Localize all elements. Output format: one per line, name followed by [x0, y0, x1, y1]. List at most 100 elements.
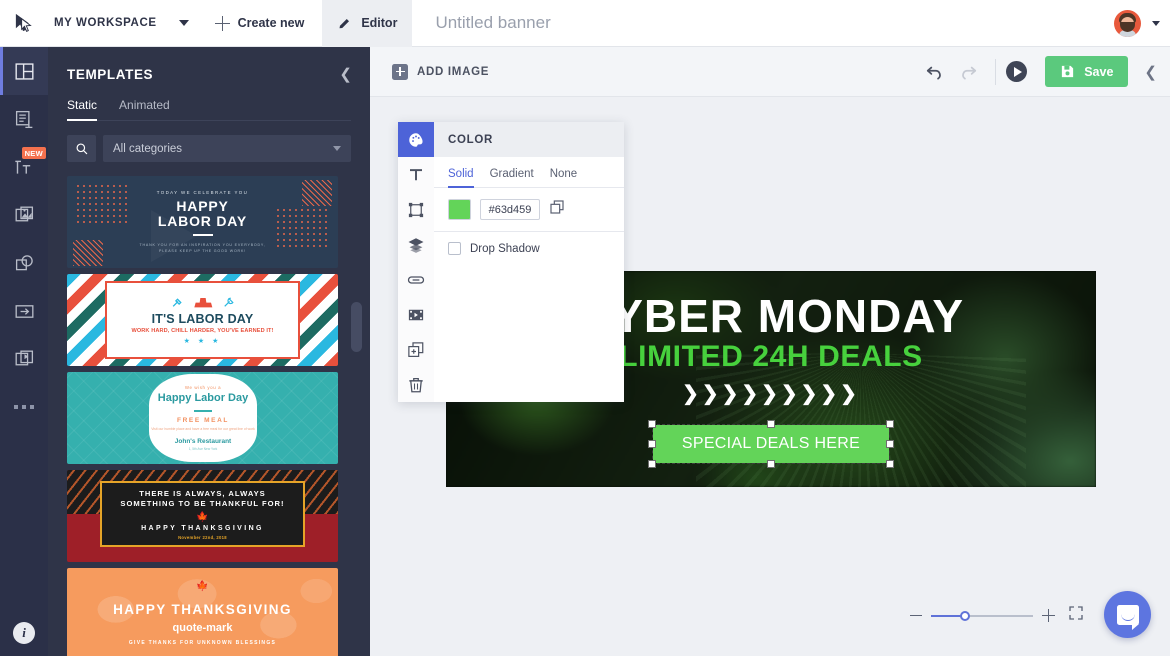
zoom-controls	[910, 605, 1084, 626]
zoom-slider[interactable]	[931, 610, 1033, 621]
resize-handle-nw[interactable]	[648, 420, 656, 428]
resize-handle-w[interactable]	[648, 440, 656, 448]
left-icon-rail: NEW i	[0, 47, 48, 656]
tab-static[interactable]: Static	[67, 98, 98, 121]
tool-color-palette[interactable]	[398, 122, 434, 157]
app-logo[interactable]	[0, 0, 48, 47]
list-item[interactable]: 🍁 HAPPY THANKSGIVING quote-mark GIVE THA…	[67, 568, 338, 656]
chevron-down-icon[interactable]	[178, 20, 189, 26]
resize-handle-sw[interactable]	[648, 460, 656, 468]
redo-button[interactable]	[951, 55, 985, 89]
info-icon[interactable]: i	[13, 622, 35, 644]
account-area	[1114, 9, 1170, 37]
sidebar-item-templates[interactable]	[0, 47, 48, 95]
undo-arrow-icon	[926, 66, 941, 80]
template-restaurant: John's Restaurant	[174, 437, 232, 445]
zoom-slider-knob[interactable]	[960, 610, 970, 621]
list-item[interactable]: We wish you a Happy Labor Day FREE MEAL …	[67, 372, 338, 464]
text-T-icon	[410, 168, 422, 180]
sidebar-item-text-tool[interactable]: NEW	[0, 143, 48, 191]
text-tool-icon	[14, 160, 30, 174]
pencil-icon	[339, 18, 350, 28]
sidebar-item-more[interactable]	[0, 383, 48, 431]
templates-scrollbar[interactable]	[351, 302, 362, 352]
resize-handle-ne[interactable]	[886, 420, 894, 428]
color-property-panel: COLOR Solid Gradient None Drop Shadow	[398, 122, 624, 402]
color-swatch[interactable]	[448, 199, 471, 220]
add-image-button[interactable]: ADD IMAGE	[392, 63, 489, 80]
save-button[interactable]: Save	[1045, 56, 1129, 87]
account-chevron-down-icon[interactable]	[1152, 20, 1160, 26]
zoom-out-button[interactable]	[910, 614, 922, 617]
resize-handle-n[interactable]	[767, 420, 775, 428]
video-stack-icon	[15, 350, 33, 365]
category-select[interactable]: All categories	[103, 135, 351, 162]
template-description: Visit our humble place and have a free m…	[151, 426, 255, 431]
fit-to-screen-button[interactable]	[1068, 605, 1084, 626]
tool-link[interactable]	[398, 262, 434, 297]
hex-input[interactable]	[480, 199, 540, 220]
tool-delete[interactable]	[398, 367, 434, 402]
sidebar-item-text-blocks[interactable]	[0, 95, 48, 143]
page-title: TEMPLATES	[67, 67, 154, 82]
shapes-icon	[15, 254, 33, 270]
undo-button[interactable]	[917, 55, 951, 89]
sidebar-item-shapes[interactable]	[0, 239, 48, 287]
tool-duplicate[interactable]	[398, 332, 434, 367]
cta-button[interactable]: SPECIAL DEALS HERE	[653, 425, 889, 463]
chevron-down-icon	[333, 146, 341, 151]
palette-icon	[409, 132, 423, 147]
resize-handle-se[interactable]	[886, 460, 894, 468]
tab-solid[interactable]: Solid	[448, 168, 474, 188]
save-label: Save	[1084, 64, 1114, 79]
sidebar-item-video[interactable]	[0, 335, 48, 383]
copy-button[interactable]	[549, 199, 565, 220]
template-title: IT'S LABOR DAY	[151, 312, 254, 326]
chevron-left-icon[interactable]: ❮	[1144, 63, 1157, 81]
tab-animated[interactable]: Animated	[119, 98, 170, 120]
resize-handle-s[interactable]	[767, 460, 775, 468]
sidebar-item-cta-button[interactable]	[0, 287, 48, 335]
tab-editor[interactable]: Editor	[322, 0, 413, 47]
search-icon	[76, 143, 87, 154]
workspace-name[interactable]: MY WORKSPACE	[54, 17, 157, 29]
list-item[interactable]: IT'S LABOR DAY WORK HARD, CHILL HARDER, …	[67, 274, 338, 366]
tool-layers[interactable]	[398, 227, 434, 262]
chat-bubble-button[interactable]	[1104, 591, 1151, 638]
sidebar-item-images[interactable]	[0, 191, 48, 239]
list-item[interactable]: TODAY WE CELEBRATE YOU HAPPY LABOR DAY T…	[67, 176, 338, 268]
search-button[interactable]	[67, 135, 96, 162]
templates-tabs: Static Animated	[67, 98, 351, 121]
transform-handles-icon	[408, 202, 424, 217]
template-title: Happy Labor Day	[157, 392, 249, 405]
category-select-value: All categories	[113, 142, 183, 155]
templates-search-row: All categories	[67, 135, 351, 162]
avatar[interactable]	[1114, 9, 1141, 37]
templates-panel: TEMPLATES ❮ Static Animated All categori…	[48, 47, 370, 656]
list-item[interactable]: THERE IS ALWAYS, ALWAYS SOMETHING TO BE …	[67, 470, 338, 562]
link-icon	[407, 275, 425, 284]
template-subtitle: WORK HARD, CHILL HARDER, YOU'VE EARNED I…	[131, 328, 274, 334]
create-new-button[interactable]: Create new	[214, 15, 304, 31]
templates-panel-header: TEMPLATES ❮	[48, 47, 370, 82]
chevron-left-icon[interactable]: ❮	[339, 67, 352, 82]
zoom-in-button[interactable]	[1042, 609, 1055, 622]
resize-handle-e[interactable]	[886, 440, 894, 448]
tool-animation[interactable]	[398, 297, 434, 332]
templates-list: TODAY WE CELEBRATE YOU HAPPY LABOR DAY T…	[48, 176, 370, 656]
template-date: November 22nd, 2018	[178, 534, 227, 540]
tool-transform[interactable]	[398, 192, 434, 227]
tool-text[interactable]	[398, 157, 434, 192]
document-title[interactable]: Untitled banner	[435, 13, 550, 33]
tools-icons	[171, 295, 235, 309]
drop-shadow-checkbox[interactable]	[448, 242, 461, 255]
tab-editor-label: Editor	[361, 16, 398, 30]
preview-button[interactable]	[1006, 61, 1028, 82]
maple-leaf-icon: 🍁	[196, 511, 209, 523]
property-panel-rail	[398, 122, 434, 402]
template-subtitle: GIVE THANKS FOR UNKNOWN BLESSINGS	[128, 640, 277, 646]
template-offer: FREE MEAL	[177, 416, 229, 424]
tab-gradient[interactable]: Gradient	[490, 168, 534, 187]
drop-shadow-label: Drop Shadow	[470, 242, 540, 255]
tab-none[interactable]: None	[550, 168, 578, 187]
